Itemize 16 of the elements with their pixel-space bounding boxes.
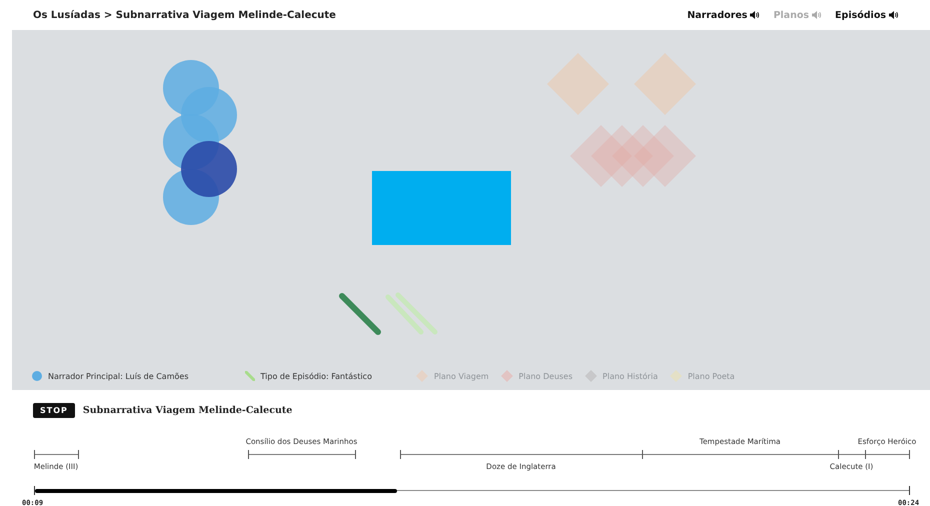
legend-label: Plano Poeta: [688, 372, 735, 380]
speaker-icon: [812, 11, 822, 19]
stroke: [339, 293, 381, 335]
speaker-icon: [889, 11, 898, 19]
stop-button[interactable]: STOP: [33, 403, 75, 418]
legend-label: Plano História: [602, 372, 658, 380]
nav-toggle[interactable]: Narradores: [687, 10, 760, 20]
nav-toggle[interactable]: Episódios: [835, 10, 898, 20]
legend-label: Plano Deuses: [518, 372, 573, 380]
legend-label: Narrador Principal: Luís de Camões: [48, 372, 188, 380]
legend-label: Tipo de Episódio: Fantástico: [260, 372, 372, 380]
strokes-drawing: [386, 292, 438, 334]
legend-label: Plano Viagem: [434, 372, 489, 380]
narrative-title: Subnarrativa Viagem Melinde-Calecute: [82, 405, 292, 416]
breadcrumb[interactable]: Os Lusíadas > Subnarrativa Viagem Melinde-Calecute: [33, 10, 336, 20]
speaker-icon: [750, 11, 760, 19]
